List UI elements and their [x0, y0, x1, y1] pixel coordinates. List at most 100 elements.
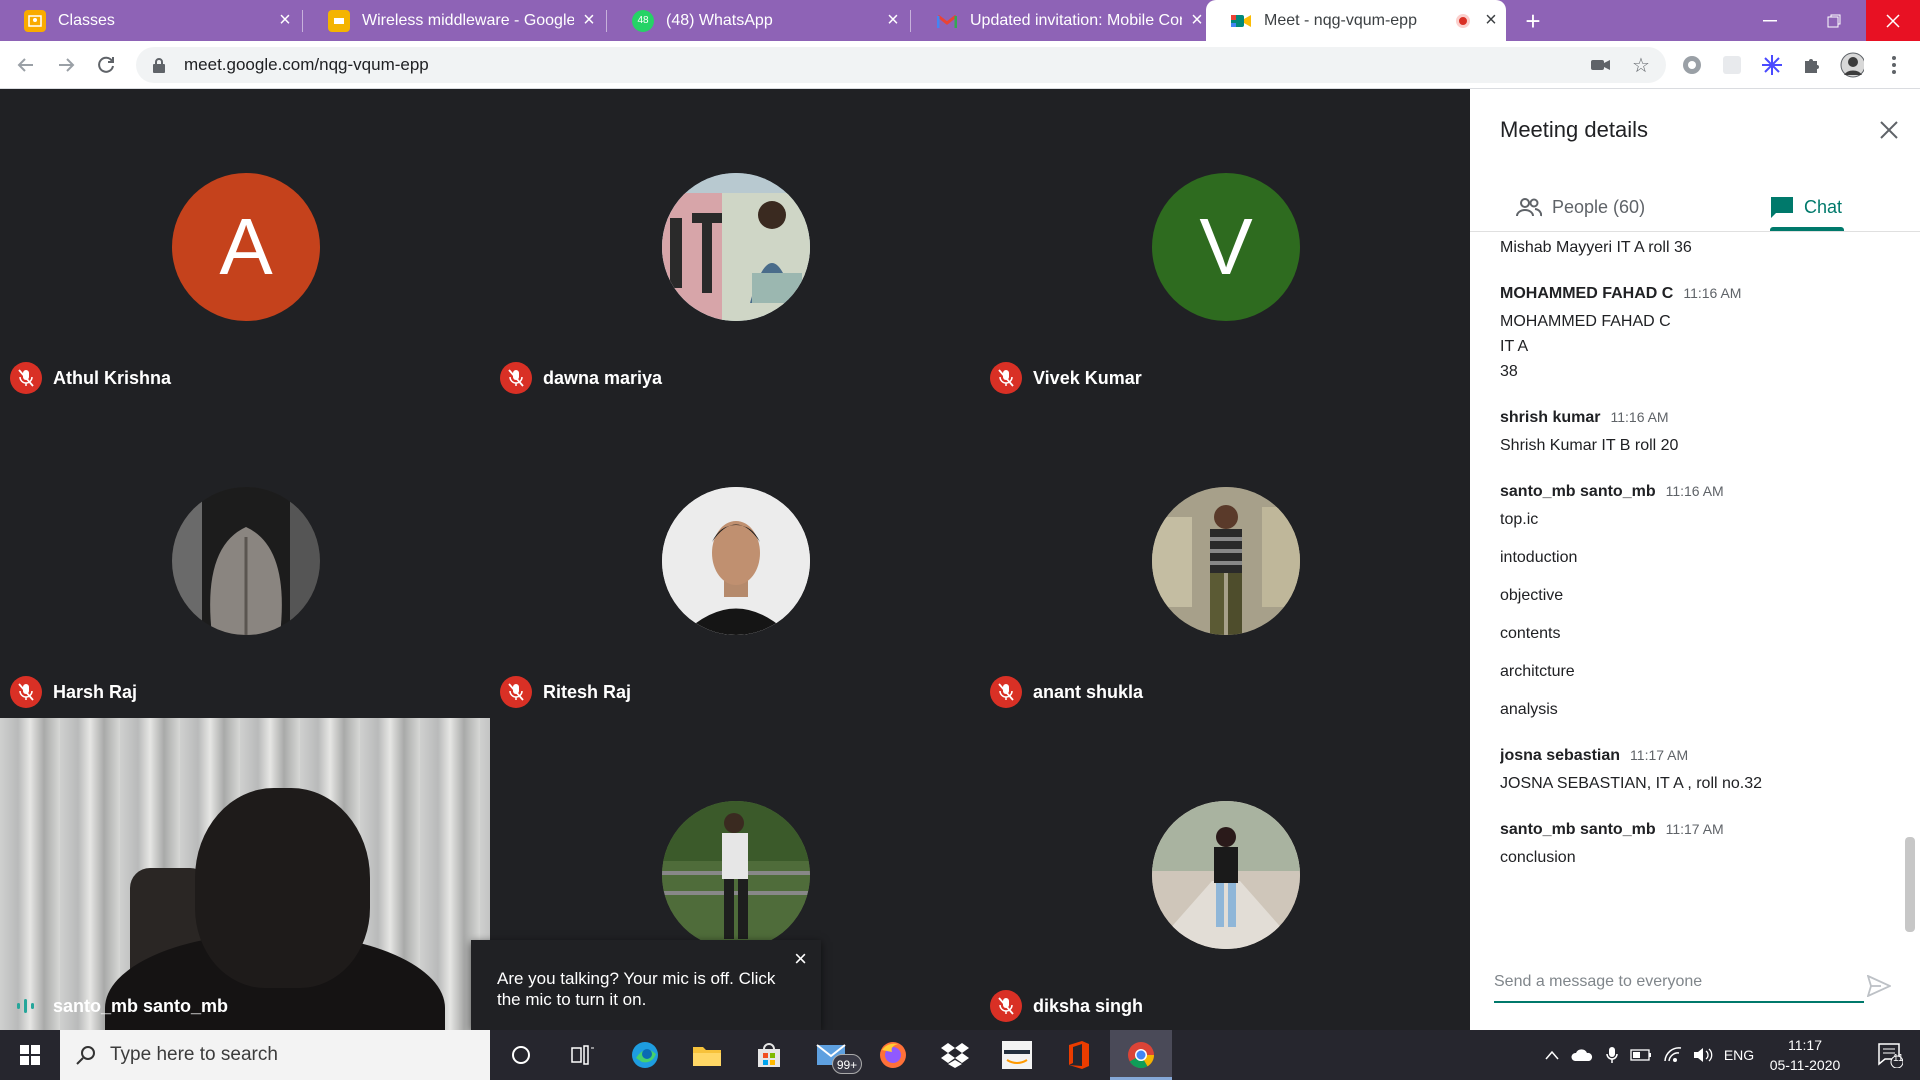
avatar	[662, 173, 810, 321]
back-button[interactable]	[10, 49, 42, 81]
tab-classes[interactable]: Classes ×	[0, 0, 300, 41]
restore-button[interactable]	[1802, 0, 1866, 41]
close-icon	[1880, 121, 1898, 139]
tab-title: Wireless middleware - Google Sli	[362, 11, 574, 29]
new-tab-button[interactable]: +	[1516, 4, 1550, 38]
participant-tile[interactable]: diksha singh	[980, 717, 1470, 1030]
participant-tile[interactable]: Harsh Raj	[0, 403, 490, 716]
extensions-puzzle-icon[interactable]	[1800, 53, 1824, 77]
amazon-icon[interactable]	[986, 1030, 1048, 1080]
cortana-icon[interactable]	[490, 1030, 552, 1080]
close-panel-button[interactable]	[1874, 115, 1904, 145]
volume-icon[interactable]	[1690, 1030, 1716, 1080]
message-text: top.ic	[1500, 511, 1539, 528]
tab-people[interactable]: People (60)	[1516, 185, 1645, 229]
message-header: santo_mb santo_mb 11:16 AM	[1500, 483, 1880, 501]
extension-grammar-icon[interactable]	[1680, 53, 1704, 77]
mail-icon[interactable]: 99+	[800, 1030, 862, 1080]
message-header: santo_mb santo_mb 11:17 AM	[1500, 821, 1880, 839]
start-button[interactable]	[0, 1030, 60, 1080]
participant-tile[interactable]: V Vivek Kumar	[980, 89, 1470, 402]
avatar: V	[1152, 173, 1300, 321]
close-tab-icon[interactable]: ×	[574, 9, 604, 32]
tab-slides[interactable]: Wireless middleware - Google Sli ×	[304, 0, 604, 41]
tab-chat[interactable]: Chat	[1770, 185, 1842, 229]
profile-photo	[1152, 801, 1300, 949]
tab-meet[interactable]: Meet - nqg-vqum-epp ×	[1206, 0, 1506, 41]
nameplate: Vivek Kumar	[990, 362, 1142, 394]
wifi-icon[interactable]	[1660, 1030, 1686, 1080]
tab-gmail[interactable]: Updated invitation: Mobile Comp ×	[912, 0, 1212, 41]
dropbox-icon[interactable]	[924, 1030, 986, 1080]
taskbar-search[interactable]: Type here to search	[60, 1030, 490, 1080]
file-explorer-icon[interactable]	[676, 1030, 738, 1080]
participant-tile[interactable]: dawna mariya	[490, 89, 980, 402]
chrome-icon[interactable]	[1110, 1030, 1172, 1080]
close-tab-icon[interactable]: ×	[878, 9, 908, 32]
message-text: IT A	[1500, 338, 1529, 355]
message-time: 11:17 AM	[1630, 747, 1689, 763]
tab-title: Meet - nqg-vqum-epp	[1264, 11, 1417, 29]
reload-button[interactable]	[90, 49, 122, 81]
office-icon[interactable]	[1048, 1030, 1110, 1080]
message-text: objective	[1500, 587, 1564, 604]
participant-tile[interactable]: A Athul Krishna	[0, 89, 490, 402]
forward-button[interactable]	[50, 49, 82, 81]
participant-tile[interactable]: anant shukla	[980, 403, 1470, 716]
chat-message: santo_mb santo_mb 11:17 AM conclusion	[1500, 821, 1880, 870]
message-time: 11:16 AM	[1610, 409, 1669, 425]
onedrive-icon[interactable]	[1568, 1030, 1596, 1080]
send-button[interactable]	[1862, 969, 1896, 1003]
participant-name: Harsh Raj	[53, 681, 138, 702]
extension-blank-icon[interactable]	[1720, 53, 1744, 77]
edge-icon[interactable]	[614, 1030, 676, 1080]
show-hidden-icons[interactable]	[1540, 1030, 1564, 1080]
profile-photo	[1152, 487, 1300, 635]
search-placeholder: Type here to search	[110, 1044, 278, 1065]
sender-name: shrish kumar	[1500, 409, 1601, 426]
chat-scrollbar[interactable]	[1905, 837, 1915, 932]
classroom-icon	[24, 9, 46, 32]
bookmark-star-icon[interactable]: ☆	[1630, 54, 1652, 77]
message-text: Shrish Kumar IT B roll 20	[1500, 437, 1679, 454]
close-tab-icon[interactable]: ×	[1476, 9, 1506, 32]
minimize-button[interactable]	[1738, 0, 1802, 41]
microphone-icon[interactable]	[1600, 1030, 1624, 1080]
gmail-icon	[936, 10, 958, 32]
tab-divider	[302, 10, 303, 32]
tab-whatsapp[interactable]: 48 (48) WhatsApp ×	[608, 0, 908, 41]
participant-name: Vivek Kumar	[1033, 367, 1142, 388]
participant-tile[interactable]: Ritesh Raj	[490, 403, 980, 716]
clock-date: 05-11-2020	[1769, 1057, 1841, 1073]
chat-message: santo_mb santo_mb 11:16 AM top.ic intoduc…	[1500, 483, 1880, 722]
message-time: 11:16 AM	[1683, 285, 1742, 301]
taskbar-clock[interactable]: 11:17 05-11-2020	[1750, 1035, 1860, 1075]
avatar	[172, 487, 320, 635]
people-icon	[1516, 196, 1542, 218]
close-window-button[interactable]	[1866, 0, 1920, 41]
camera-in-use-icon[interactable]	[1590, 54, 1612, 76]
browser-menu-icon[interactable]	[1882, 53, 1906, 77]
mic-off-icon	[990, 362, 1022, 394]
firefox-icon[interactable]	[862, 1030, 924, 1080]
tab-people-label: People (60)	[1552, 196, 1646, 217]
participant-name: Athul Krishna	[53, 367, 172, 388]
mic-off-icon	[500, 362, 532, 394]
chat-message-input[interactable]: Send a message to everyone	[1494, 967, 1864, 1003]
forward-arrow-icon	[59, 58, 75, 72]
close-toast-icon[interactable]: ×	[794, 948, 807, 970]
extension-snowflake-icon[interactable]	[1760, 53, 1784, 77]
task-view-icon[interactable]	[552, 1030, 614, 1080]
notifications-button[interactable]: 11	[1860, 1030, 1920, 1080]
mic-off-icon	[500, 676, 532, 708]
tab-title: Updated invitation: Mobile Comp	[970, 11, 1182, 29]
close-tab-icon[interactable]: ×	[270, 9, 300, 32]
message-text: 38	[1500, 363, 1518, 380]
address-bar[interactable]: meet.google.com/nqg-vqum-epp	[136, 47, 1666, 83]
mic-off-icon	[990, 990, 1022, 1022]
profile-avatar[interactable]	[1840, 52, 1864, 78]
profile-photo	[662, 173, 810, 321]
battery-icon[interactable]	[1628, 1030, 1654, 1080]
store-icon[interactable]	[738, 1030, 800, 1080]
self-video-tile[interactable]: santo_mb santo_mb	[0, 718, 490, 1030]
